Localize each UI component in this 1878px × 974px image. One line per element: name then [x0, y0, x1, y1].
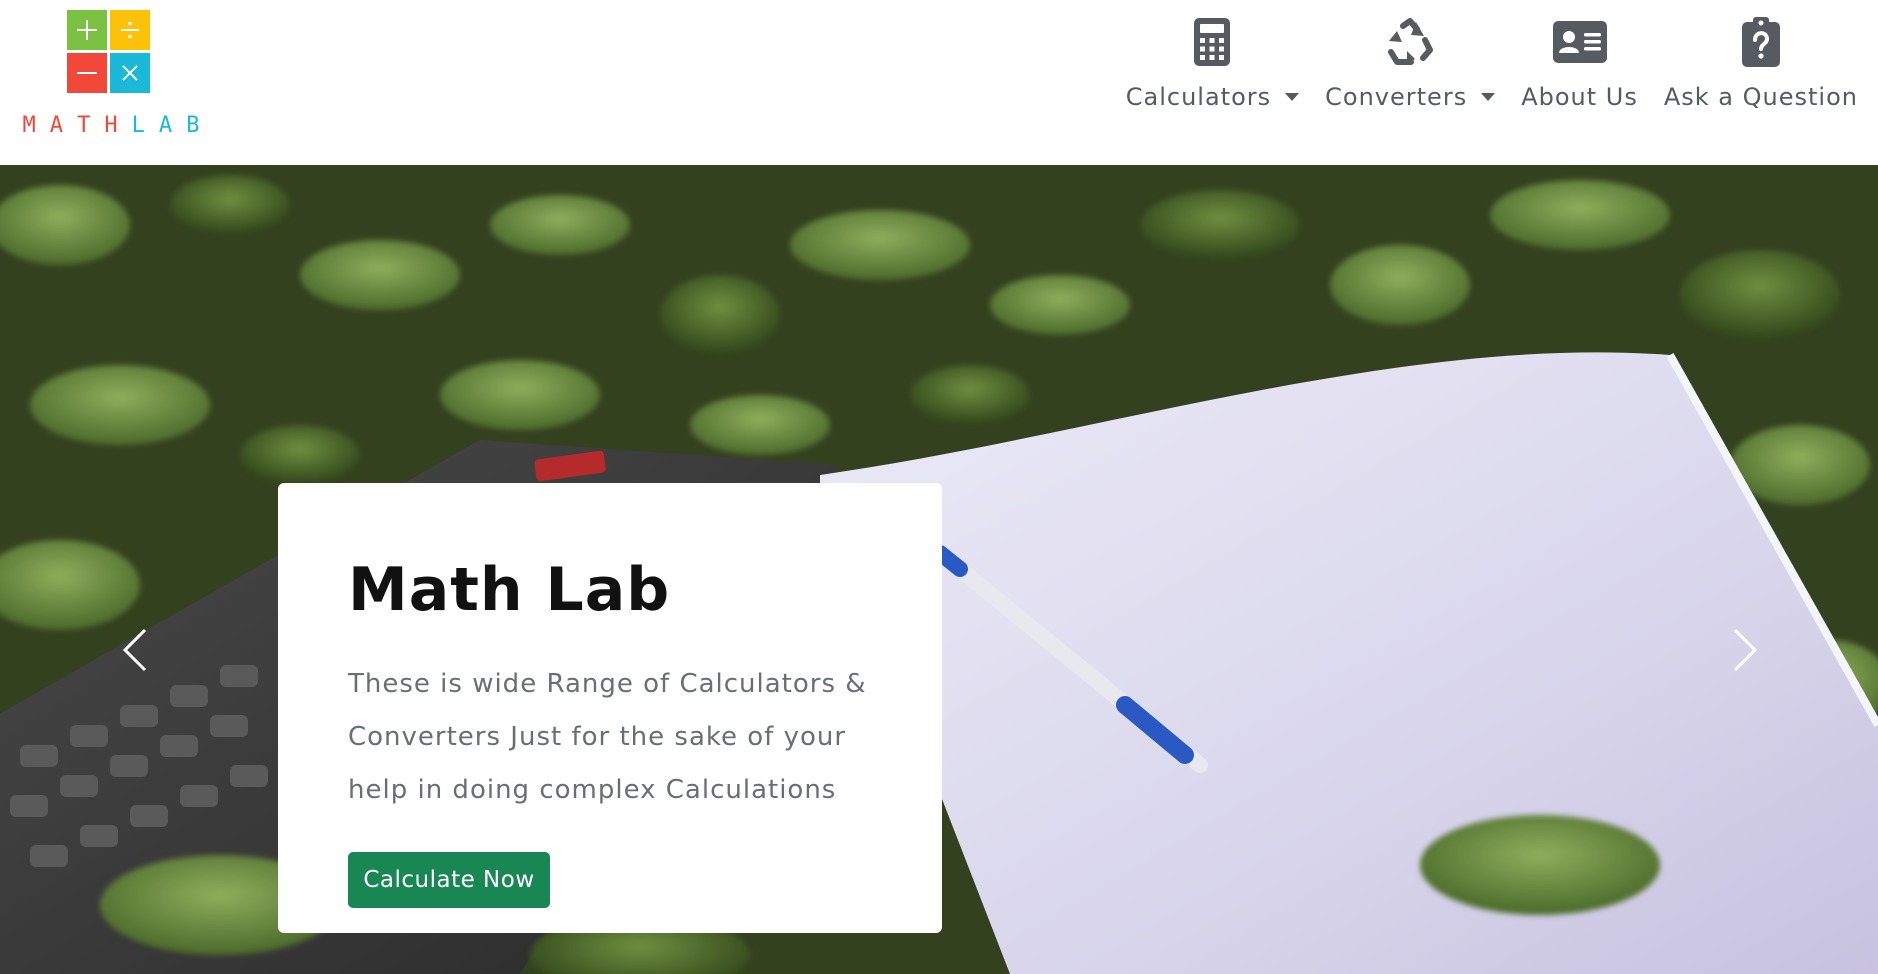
nav-label-calculators: Calculators [1125, 83, 1272, 111]
nav-label-row: About Us [1521, 83, 1638, 111]
hero-carousel: Math Lab These is wide Range of Calculat… [0, 165, 1878, 974]
minus-icon [77, 72, 97, 74]
plus-icon [77, 20, 97, 40]
times-icon [122, 65, 138, 81]
logo-letter: A [158, 113, 175, 138]
logo-letter: H [104, 113, 120, 138]
logo-letter: T [77, 113, 93, 138]
nav-item-ask-question[interactable]: Ask a Question [1664, 15, 1858, 111]
mathlab-logo[interactable]: M A T H L A B [22, 10, 202, 140]
chevron-right-icon [1733, 628, 1758, 672]
nav-label-converters: Converters [1325, 83, 1468, 111]
logo-times-cell [110, 53, 150, 93]
logo-letter: B [186, 113, 202, 138]
id-card-icon [1552, 15, 1607, 69]
hero-title: Math Lab [348, 555, 671, 625]
logo-symbol-grid [67, 10, 151, 94]
logo-divide-cell [110, 10, 150, 50]
caret-down-icon [1481, 93, 1496, 101]
carousel-next-button[interactable] [1720, 615, 1770, 685]
hero-caption-card: Math Lab These is wide Range of Calculat… [278, 483, 942, 933]
hero-description: These is wide Range of Calculators & Con… [348, 669, 867, 805]
logo-letter: A [49, 113, 66, 138]
calculate-now-button[interactable]: Calculate Now [348, 852, 550, 908]
nav-label-row: Calculators [1125, 83, 1300, 111]
nav-label-ask: Ask a Question [1663, 83, 1858, 111]
site-header: M A T H L A B Calculators Converters Abo… [0, 0, 1878, 165]
logo-minus-cell [67, 53, 107, 93]
calculator-icon [1194, 15, 1231, 69]
nav-item-about[interactable]: About Us [1521, 15, 1638, 111]
logo-letter: L [131, 113, 147, 138]
nav-label-row: Ask a Question [1664, 83, 1858, 111]
clipboard-question-icon [1741, 15, 1780, 69]
logo-letter: M [22, 113, 38, 138]
nav-label-row: Converters [1325, 83, 1496, 111]
chevron-left-icon [122, 628, 147, 672]
divide-icon [121, 21, 139, 39]
caret-down-icon [1285, 93, 1300, 101]
carousel-prev-button[interactable] [110, 615, 160, 685]
recycle-icon [1385, 15, 1435, 69]
nav-label-about: About Us [1521, 83, 1638, 111]
logo-plus-cell [67, 10, 107, 50]
nav-item-calculators[interactable]: Calculators [1125, 15, 1300, 111]
nav-item-converters[interactable]: Converters [1325, 15, 1496, 111]
main-nav: Calculators Converters About Us Ask a Qu… [1100, 15, 1858, 125]
logo-wordmark: M A T H L A B [22, 113, 202, 138]
